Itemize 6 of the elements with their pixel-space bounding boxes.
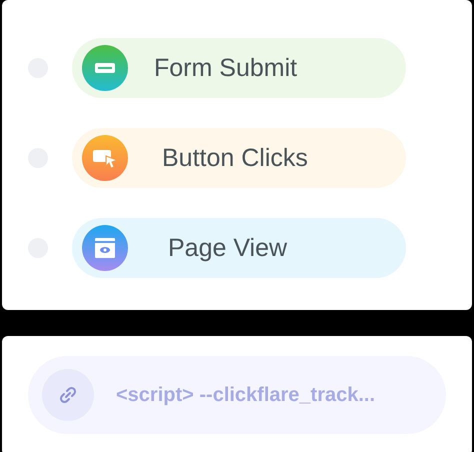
browser-eye-icon <box>82 225 128 271</box>
event-pill[interactable]: Page View <box>72 218 406 278</box>
event-pill[interactable]: Form Submit <box>72 38 406 98</box>
cursor-click-icon <box>82 135 128 181</box>
event-pill[interactable]: Button Clicks <box>72 128 406 188</box>
form-icon <box>82 45 128 91</box>
